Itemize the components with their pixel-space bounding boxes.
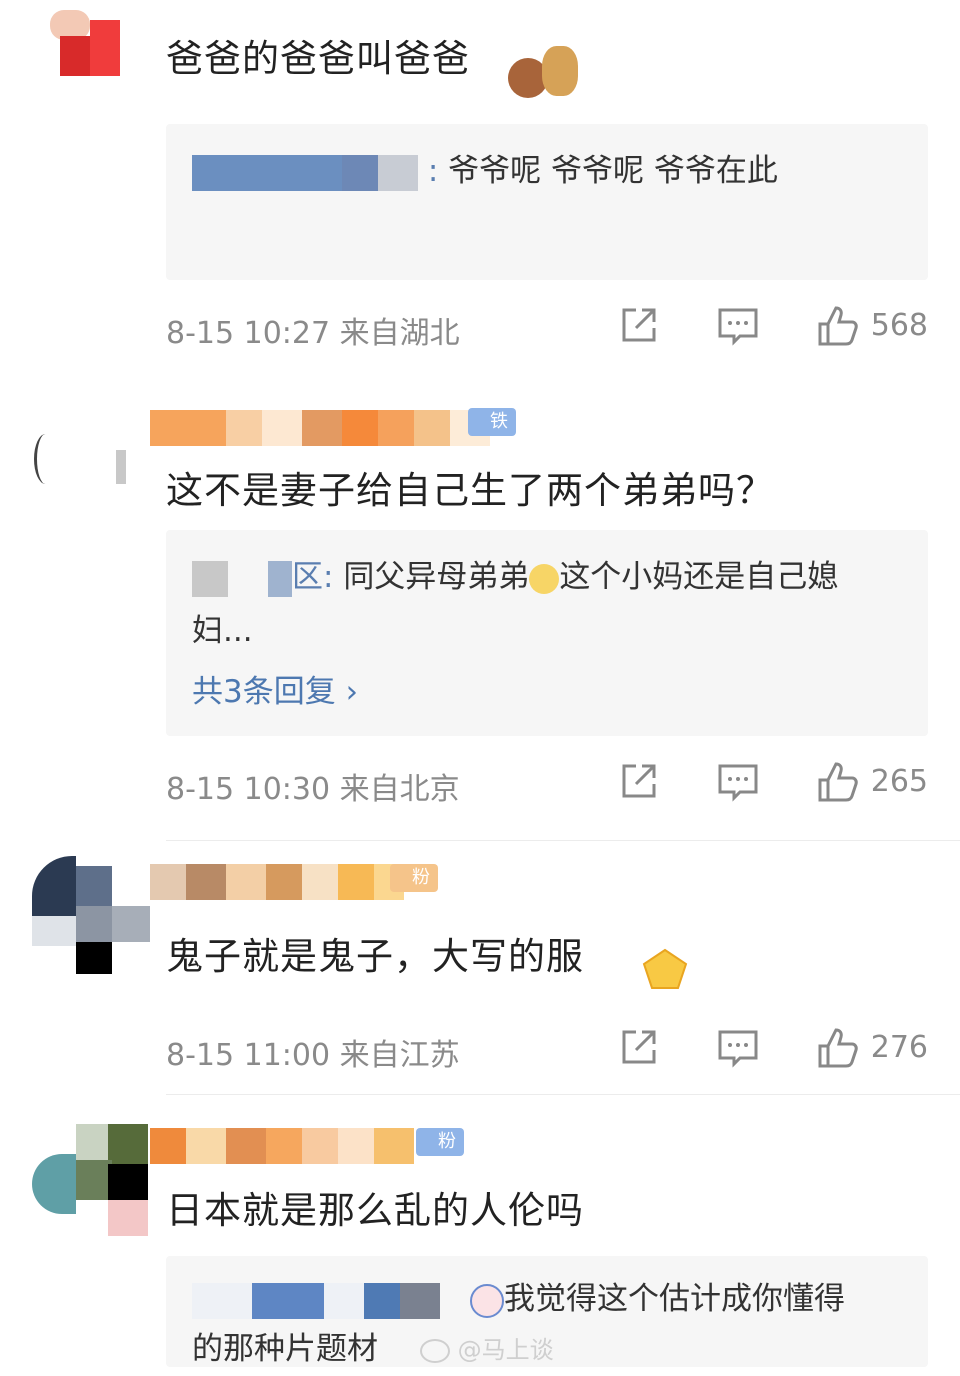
blurred-username (150, 410, 226, 446)
reply-line: 妇... (192, 613, 253, 649)
comment-icon[interactable] (716, 304, 760, 348)
timestamp: 8-15 11:00 来自江苏 (166, 1038, 460, 1073)
share-icon[interactable] (616, 304, 660, 348)
comment-feed: { "comments": [ { "content": "爸爸的爸爸叫爸爸",… (0, 0, 960, 1367)
avatar[interactable] (32, 856, 150, 974)
timestamp: 8-15 10:27 来自湖北 (166, 316, 460, 351)
comment-icon[interactable] (716, 760, 760, 804)
blurred-username (150, 1128, 186, 1164)
comment-meta: 8-15 10:27 来自湖北 568 (166, 304, 928, 351)
divider (166, 1094, 960, 1095)
reply-prefix: 区: (292, 559, 334, 595)
comment-text: 鬼子就是鬼子，大写的服 (166, 935, 584, 978)
reply-text: 爷爷呢 爷爷呢 爷爷在此 (448, 153, 778, 189)
comment-text: 这不是妻子给自己生了两个弟弟吗？ (166, 469, 774, 512)
avatar[interactable] (30, 0, 120, 76)
comment-icon[interactable] (716, 1026, 760, 1070)
watermark: @马上谈 (420, 1330, 554, 1365)
fan-badge: 粉2 (416, 1128, 464, 1180)
reply-line: 我觉得这个估计成你懂得 (192, 1272, 845, 1326)
more-replies-link[interactable]: 共3条回复 › (192, 666, 358, 711)
thumbs-up-icon[interactable] (816, 760, 860, 804)
sticker-bears (500, 40, 590, 104)
like-count: 265 (870, 764, 928, 799)
thumbs-up-icon[interactable] (816, 304, 860, 348)
surprised-emoji-icon (470, 1283, 504, 1318)
smile-emoji-icon (529, 563, 560, 594)
comment-meta: 8-15 11:00 来自江苏 276 (166, 1026, 928, 1073)
avatar[interactable] (32, 1124, 150, 1242)
like-count: 568 (870, 308, 928, 343)
reply-line: 的那种片题材 (192, 1331, 378, 1367)
reply-box[interactable]: 区: 同父异母弟弟 这个小妈还是自己媳 妇... 共3条回复 › (166, 530, 928, 736)
timestamp: 8-15 10:30 来自北京 (166, 772, 460, 807)
share-icon[interactable] (616, 1026, 660, 1070)
comment-meta: 8-15 10:30 来自北京 265 (166, 760, 928, 807)
avatar[interactable] (30, 404, 140, 494)
share-icon[interactable] (616, 760, 660, 804)
reply-line: 区: 同父异母弟弟 这个小妈还是自己媳 (192, 550, 912, 604)
blurred-username (192, 154, 342, 191)
divider (166, 840, 960, 841)
blurred-username (192, 560, 228, 597)
blurred-username (150, 864, 186, 900)
gold-badge-icon (640, 948, 690, 992)
reply-prefix: : (427, 153, 439, 189)
reply-box[interactable]: : 爷爷呢 爷爷呢 爷爷在此 (166, 124, 928, 280)
blurred-username (192, 1282, 252, 1319)
weibo-logo-icon (420, 1339, 450, 1363)
comment-text: 日本就是那么乱的人伦吗 (166, 1189, 584, 1232)
like-count: 276 (870, 1030, 928, 1065)
comment-text: 爸爸的爸爸叫爸爸 (166, 37, 470, 80)
fan-badge: 铁粉5 (468, 408, 516, 488)
reply-line: : 爷爷呢 爷爷呢 爷爷在此 (192, 144, 778, 198)
fan-badge: 粉1 (390, 864, 438, 916)
thumbs-up-icon[interactable] (816, 1026, 860, 1070)
